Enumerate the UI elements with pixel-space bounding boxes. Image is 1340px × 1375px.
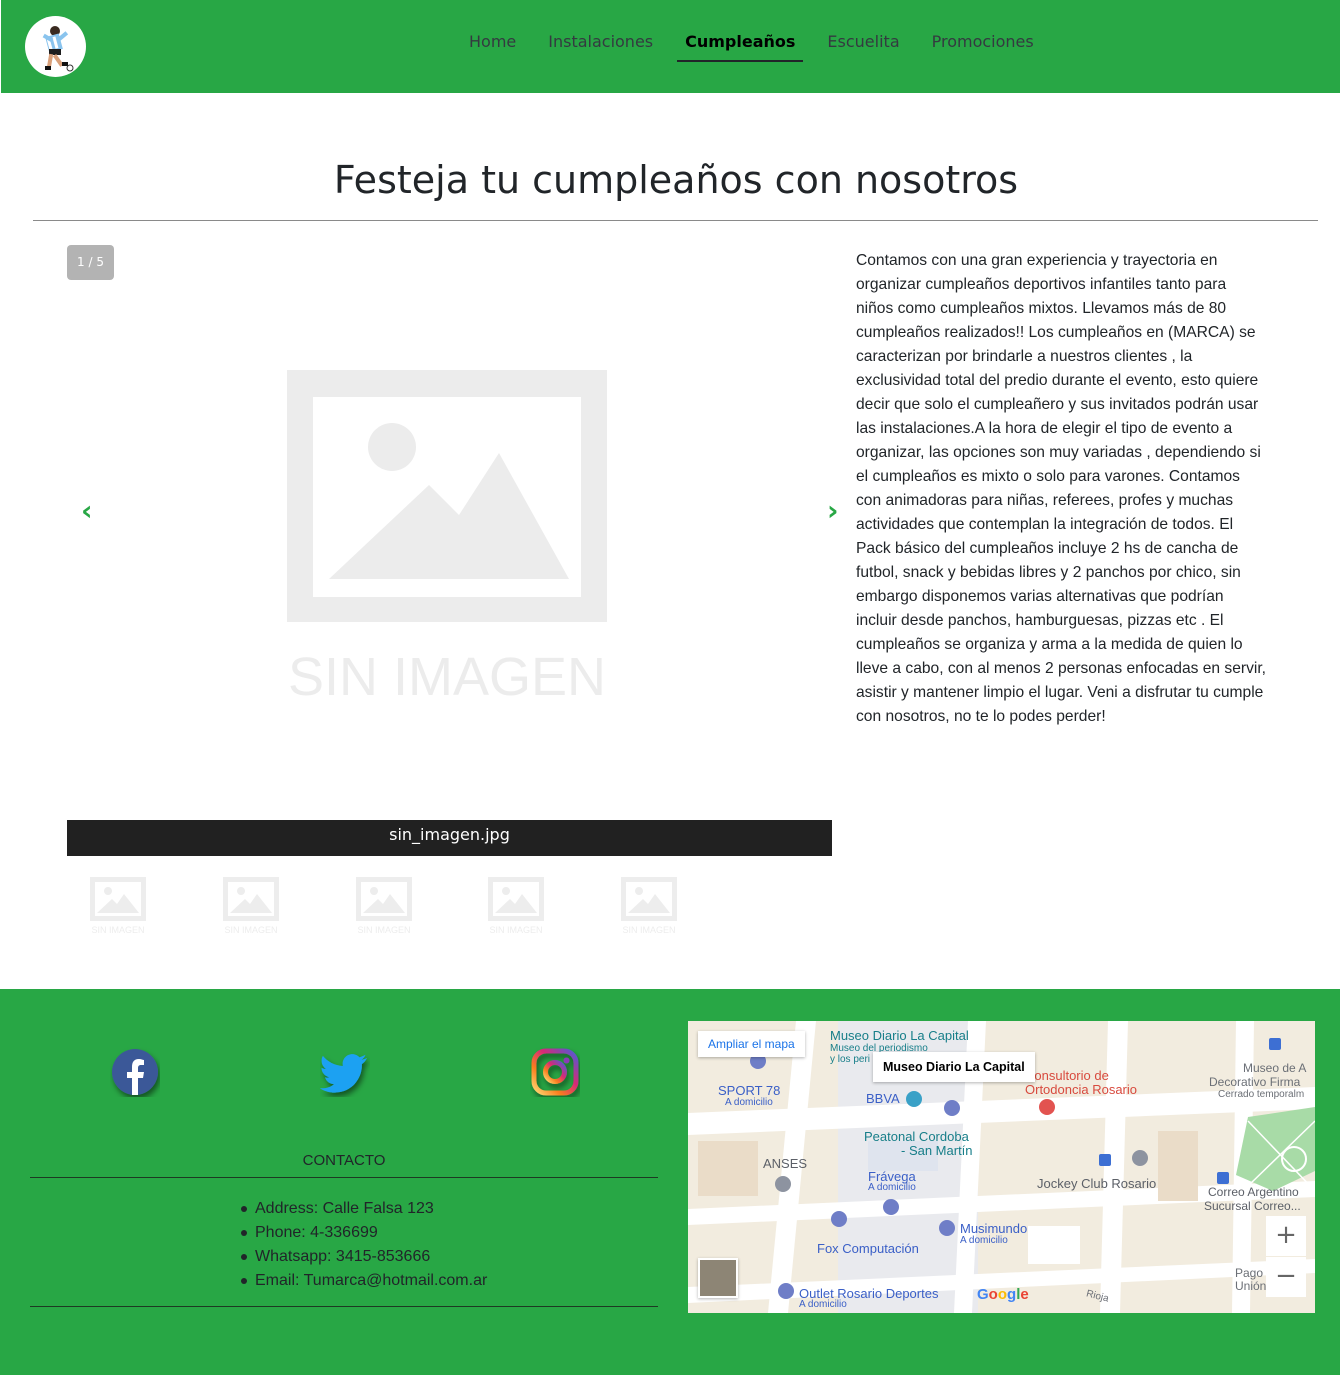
map-label-museo-sub2: y los peri (830, 1054, 871, 1065)
google-map[interactable]: Museo Diario La Capital Museo del period… (688, 1021, 1315, 1313)
map-label-sport: SPORT 78 (718, 1083, 781, 1098)
facebook-icon[interactable] (110, 1047, 160, 1097)
map-label-pago: Pago (1235, 1266, 1264, 1280)
map-label-peatonal2: - San Martín (901, 1143, 973, 1158)
birthday-description: Contamos con una gran experiencia y tray… (856, 252, 1267, 725)
map-label-fox: Fox Computación (817, 1241, 919, 1256)
google-logo-g: G (977, 1286, 989, 1303)
zoom-in-button[interactable]: + (1266, 1216, 1306, 1256)
map-label-musimundo-sub: A domicilio (960, 1235, 1008, 1246)
page-title: Festeja tu cumpleaños con nosotros (333, 158, 1019, 202)
slide-counter: 1 / 5 (67, 245, 114, 280)
placeholder-text: SIN IMAGEN (288, 647, 606, 702)
map-label-consultorio2: Ortodoncia Rosario (1025, 1082, 1137, 1097)
chevron-left-icon[interactable]: ‹ (81, 497, 93, 525)
logo[interactable] (25, 16, 86, 77)
navbar: Home Instalaciones Cumpleaños Escuelita … (1, 0, 1340, 93)
placeholder-image: SIN IMAGEN (287, 370, 607, 702)
map-label-correo: Correo Argentino (1208, 1185, 1299, 1199)
svg-text:SIN IMAGEN: SIN IMAGEN (622, 925, 675, 935)
contact-divider-top (30, 1177, 658, 1178)
chevron-right-icon[interactable]: › (827, 497, 839, 525)
nav-escuelita[interactable]: Escuelita (811, 22, 915, 62)
map-label-museo-deco2: Decorativo Firma (1209, 1075, 1301, 1089)
nav-links: Home Instalaciones Cumpleaños Escuelita … (453, 22, 1050, 62)
map-label-jockey: Jockey Club Rosario (1037, 1176, 1157, 1191)
map-label-museo: Museo Diario La Capital (830, 1028, 969, 1043)
svg-text:SIN IMAGEN: SIN IMAGEN (224, 925, 277, 935)
map-label-bbva: BBVA (866, 1091, 900, 1106)
svg-text:SIN IMAGEN: SIN IMAGEN (91, 925, 144, 935)
title-divider (33, 220, 1318, 221)
expand-map-button[interactable]: Ampliar el mapa (698, 1031, 805, 1057)
map-label-peatonal: Peatonal Cordoba (864, 1129, 969, 1144)
satellite-view-toggle[interactable] (698, 1258, 738, 1298)
google-logo: Google (977, 1286, 1029, 1303)
nav-instalaciones[interactable]: Instalaciones (532, 22, 669, 62)
contact-whatsapp: Whatsapp: 3415-853666 (240, 1245, 487, 1269)
map-label-consultorio: Consultorio de (1025, 1068, 1109, 1083)
zoom-out-button[interactable]: − (1266, 1257, 1306, 1297)
map-label-outlet-sub: A domicilio (799, 1299, 847, 1310)
nav-cumpleanos[interactable]: Cumpleaños (669, 22, 811, 62)
image-carousel: 1 / 5 SIN IMAGEN ‹ › sin_imagen.jpg (67, 245, 839, 856)
thumbnail-5[interactable]: SIN IMAGEN (619, 875, 679, 937)
map-label-union: Unión (1235, 1279, 1267, 1293)
svg-text:SIN IMAGEN: SIN IMAGEN (489, 925, 542, 935)
thumbnail-1[interactable]: SIN IMAGEN (88, 875, 148, 937)
map-label-musimundo: Musimundo (960, 1221, 1028, 1236)
thumbnail-strip: SIN IMAGEN SIN IMAGEN SIN IMAGEN SIN IMA… (88, 875, 708, 937)
contact-phone: Phone: 4-336699 (240, 1221, 487, 1245)
map-label-museo-deco3: Cerrado temporalm (1218, 1089, 1305, 1100)
map-label-anses: ANSES (763, 1156, 808, 1171)
twitter-icon[interactable] (320, 1047, 370, 1097)
contact-divider-bottom (30, 1306, 658, 1307)
instagram-icon[interactable] (530, 1047, 580, 1097)
map-label-fravega-sub: A domicilio (868, 1182, 916, 1193)
contact-title: CONTACTO (302, 1152, 386, 1169)
thumbnail-2[interactable]: SIN IMAGEN (221, 875, 281, 937)
map-label-correo2: Sucursal Correo... (1204, 1199, 1301, 1213)
nav-home[interactable]: Home (453, 22, 532, 62)
thumbnail-4[interactable]: SIN IMAGEN (486, 875, 546, 937)
contact-address: Address: Calle Falsa 123 (240, 1197, 487, 1221)
map-label-sport-sub: A domicilio (725, 1097, 773, 1108)
map-label-museo-deco: Museo de A (1243, 1061, 1307, 1075)
map-info-window: Museo Diario La Capital (873, 1052, 1035, 1082)
contact-list: Address: Calle Falsa 123 Phone: 4-336699… (240, 1197, 487, 1293)
image-caption: sin_imagen.jpg (67, 820, 832, 856)
svg-text:SIN IMAGEN: SIN IMAGEN (357, 925, 410, 935)
soccer-player-icon (42, 26, 74, 72)
thumbnail-3[interactable]: SIN IMAGEN (354, 875, 414, 937)
contact-email[interactable]: Email: Tumarca@hotmail.com.ar (240, 1269, 487, 1293)
nav-promociones[interactable]: Promociones (916, 22, 1050, 62)
